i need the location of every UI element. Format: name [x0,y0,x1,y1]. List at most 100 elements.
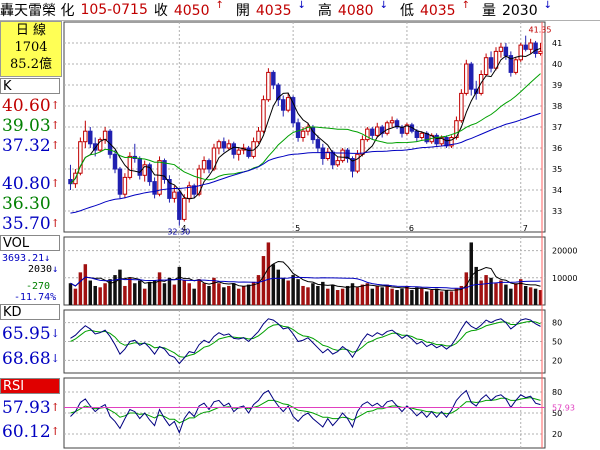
candle-body [206,160,212,170]
volume-bar [499,280,503,305]
candle-body [513,59,519,73]
candle-body [375,126,380,136]
candle-body [177,191,182,220]
volume-bar [123,285,127,305]
candle-body [300,130,306,138]
volume-bar [162,283,167,305]
candle-body [122,176,128,195]
volume-bar [484,275,488,305]
month-tick-label: 6 [409,224,414,233]
volume-bar [68,283,73,305]
volume-bar [167,277,172,305]
kd-tick-label: 80 [552,319,562,328]
candle-body [315,139,321,149]
stock-chart-window: 轟天雷榮 化 105-0715 收 4050 ↑ 開 4035 ↓ 高 4080 ↓ 低 40… [0,0,600,450]
candle-body [216,141,222,149]
candle-body [498,46,504,52]
volume-bar [172,284,177,305]
volume-bar [400,288,404,305]
candle-body [266,71,271,101]
volume-bar [444,290,449,305]
volume-bar [464,272,469,305]
candle-body [360,139,365,155]
volume-bar [528,287,533,305]
candle-body [201,160,207,170]
price-tick-label: 41 [552,39,562,48]
candle-body [399,126,405,134]
volume-bar [246,284,251,305]
volume-bar [449,291,454,305]
volume-bar [241,285,246,305]
volume-bar [410,290,414,305]
volume-bar [197,279,201,305]
candle-body [83,130,88,143]
volume-bar [138,280,142,305]
candle-body [226,143,232,149]
price-tick-label: 39 [552,81,562,90]
candle-body [172,191,177,199]
volume-bar [415,287,419,305]
candle-body [533,42,538,54]
candle-body [528,42,533,50]
volume-bar [523,285,528,305]
chart-canvas[interactable]: 4 5 6 733343536373839404141.3532.3010000200… [0,0,600,450]
volume-bar [103,283,107,305]
candle-body [419,132,425,139]
price-tick-label: 34 [552,186,562,195]
volume-bar [316,285,320,305]
volume-bar [207,285,211,305]
volume-bar [306,287,310,305]
volume-bar [157,272,162,305]
candle-body [246,147,251,157]
price-tick-label: 36 [552,144,562,153]
volume-bar [182,280,187,305]
rsi-slow-line [70,397,541,424]
volume-bar [360,284,365,305]
volume-bar [380,287,384,305]
candle-body [236,149,241,155]
candle-body [518,44,523,61]
volume-bar [93,285,97,305]
candle-body [340,149,345,162]
volume-bar [420,288,424,305]
volume-bar [256,275,261,305]
volume-bar [78,272,83,305]
volume-bar [370,288,375,305]
volume-bar [152,280,157,305]
candle-body [488,57,494,69]
candle-body [182,197,187,220]
candle-body [434,134,439,145]
volume-bar [390,288,394,305]
volume-bar [291,275,295,305]
candle-body [271,71,276,86]
candle-body [459,92,464,122]
candle-body [152,181,157,195]
candle-body [320,147,326,159]
volume-bar [73,288,78,305]
volume-bar [454,288,459,305]
volume-bar [301,285,305,305]
volume-bar [202,283,206,305]
volume-bar [177,266,182,305]
volume-bar [340,288,345,305]
volume-bar [128,277,132,305]
candle-body [483,57,489,75]
month-tick-label: 5 [295,224,300,233]
candle-body [117,168,123,195]
volume-bar [222,287,226,305]
month-tick-label: 7 [523,224,528,233]
price-tick-label: 33 [552,207,562,216]
volume-bar [385,284,389,305]
volume-bar [504,284,508,305]
candle-body [231,143,236,155]
candle-body [285,97,291,111]
candle-body [389,120,395,124]
volume-bar [88,280,92,305]
volume-bar [533,288,538,305]
volume-bar [133,283,137,305]
volume-bar [118,269,122,305]
volume-bar [489,277,493,305]
volume-bar [192,288,196,305]
volume-bar [335,290,340,305]
high-annotation: 41.35 [529,26,552,35]
